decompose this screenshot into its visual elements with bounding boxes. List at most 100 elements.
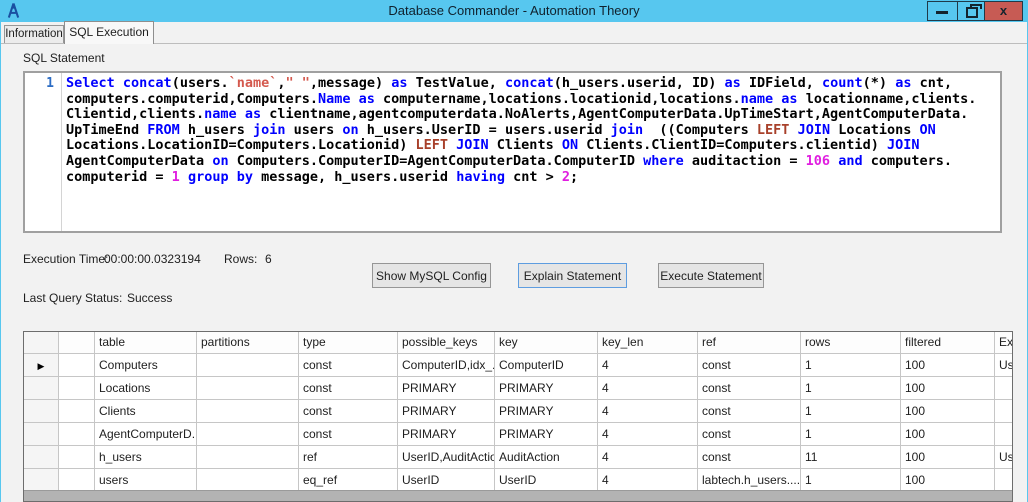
cell-extra[interactable]: Us...: [995, 354, 1012, 377]
cell-table[interactable]: Computers: [95, 354, 197, 377]
column-header-key[interactable]: key: [495, 332, 598, 354]
cell-key[interactable]: UserID: [495, 469, 598, 492]
cell-possible_keys[interactable]: ComputerID,idx_...: [398, 354, 495, 377]
row-selector[interactable]: [24, 423, 59, 446]
cell-partitions[interactable]: [197, 446, 299, 469]
cell-extra[interactable]: [995, 469, 1012, 492]
cell-type[interactable]: eq_ref: [299, 469, 398, 492]
cell-key_len[interactable]: 4: [598, 446, 698, 469]
column-header-blank[interactable]: [59, 332, 95, 354]
column-header-rows[interactable]: rows: [801, 332, 901, 354]
column-header-ref[interactable]: ref: [698, 332, 801, 354]
cell-ref[interactable]: const: [698, 446, 801, 469]
cell-key_len[interactable]: 4: [598, 469, 698, 492]
cell-rows[interactable]: 1: [801, 469, 901, 492]
minimize-button[interactable]: [928, 2, 957, 20]
cell-filtered[interactable]: 100: [901, 469, 995, 492]
execute-statement-button[interactable]: Execute Statement: [658, 263, 764, 288]
cell-ref[interactable]: const: [698, 377, 801, 400]
cell-possible_keys[interactable]: PRIMARY: [398, 377, 495, 400]
cell-table[interactable]: Clients: [95, 400, 197, 423]
table-row[interactable]: h_users ref UserID,AuditAction AuditAction 4…: [24, 446, 1012, 469]
column-header-key_len[interactable]: key_len: [598, 332, 698, 354]
tab-sql-execution[interactable]: SQL Execution: [64, 21, 154, 44]
cell-rows[interactable]: 1: [801, 423, 901, 446]
cell-type[interactable]: const: [299, 400, 398, 423]
cell-blank[interactable]: [59, 469, 95, 492]
cell-blank[interactable]: [59, 400, 95, 423]
row-selector[interactable]: [24, 400, 59, 423]
table-row[interactable]: users eq_ref UserID UserID 4 labtech.h_users.…: [24, 469, 1012, 492]
cell-key[interactable]: PRIMARY: [495, 400, 598, 423]
cell-table[interactable]: users: [95, 469, 197, 492]
cell-partitions[interactable]: [197, 354, 299, 377]
cell-extra[interactable]: Us...: [995, 446, 1012, 469]
table-row[interactable]: AgentComputerD... const PRIMARY PRIMARY 4 con…: [24, 423, 1012, 446]
explain-statement-button[interactable]: Explain Statement: [518, 263, 627, 288]
cell-extra[interactable]: [995, 423, 1012, 446]
horizontal-scrollbar[interactable]: [24, 490, 1012, 501]
explain-results-grid[interactable]: table partitions type possible_keys key key_l…: [23, 331, 1013, 502]
row-selector[interactable]: [24, 469, 59, 492]
show-mysql-config-button[interactable]: Show MySQL Config: [372, 263, 491, 288]
cell-ref[interactable]: const: [698, 423, 801, 446]
cell-key[interactable]: PRIMARY: [495, 423, 598, 446]
cell-extra[interactable]: [995, 377, 1012, 400]
close-button[interactable]: x: [984, 2, 1022, 20]
cell-filtered[interactable]: 100: [901, 400, 995, 423]
table-row[interactable]: Clients const PRIMARY PRIMARY 4 const 1 100: [24, 400, 1012, 423]
column-header-extra[interactable]: Extra: [995, 332, 1012, 354]
cell-type[interactable]: const: [299, 377, 398, 400]
cell-filtered[interactable]: 100: [901, 377, 995, 400]
cell-blank[interactable]: [59, 446, 95, 469]
cell-rows[interactable]: 1: [801, 354, 901, 377]
cell-key_len[interactable]: 4: [598, 354, 698, 377]
cell-partitions[interactable]: [197, 400, 299, 423]
cell-key[interactable]: PRIMARY: [495, 377, 598, 400]
cell-possible_keys[interactable]: PRIMARY: [398, 400, 495, 423]
cell-filtered[interactable]: 100: [901, 423, 995, 446]
cell-key_len[interactable]: 4: [598, 423, 698, 446]
cell-type[interactable]: ref: [299, 446, 398, 469]
row-selector[interactable]: [24, 377, 59, 400]
cell-blank[interactable]: [59, 423, 95, 446]
sql-code[interactable]: Select concat(users.`name`," ",message) …: [66, 76, 998, 229]
restore-button[interactable]: [957, 2, 984, 20]
sql-statement-editor[interactable]: 1 Select concat(users.`name`," ",message…: [23, 71, 1002, 233]
cell-filtered[interactable]: 100: [901, 446, 995, 469]
cell-type[interactable]: const: [299, 354, 398, 377]
column-header-possible_keys[interactable]: possible_keys: [398, 332, 495, 354]
cell-table[interactable]: h_users: [95, 446, 197, 469]
column-header-filtered[interactable]: filtered: [901, 332, 995, 354]
tab-information[interactable]: Information: [4, 25, 64, 44]
row-selector[interactable]: [24, 446, 59, 469]
cell-ref[interactable]: labtech.h_users....: [698, 469, 801, 492]
cell-partitions[interactable]: [197, 423, 299, 446]
cell-ref[interactable]: const: [698, 400, 801, 423]
cell-rows[interactable]: 1: [801, 377, 901, 400]
cell-blank[interactable]: [59, 354, 95, 377]
column-header-selector[interactable]: [24, 332, 59, 354]
column-header-type[interactable]: type: [299, 332, 398, 354]
cell-rows[interactable]: 11: [801, 446, 901, 469]
column-header-table[interactable]: table: [95, 332, 197, 354]
cell-key[interactable]: ComputerID: [495, 354, 598, 377]
cell-rows[interactable]: 1: [801, 400, 901, 423]
cell-possible_keys[interactable]: PRIMARY: [398, 423, 495, 446]
table-row[interactable]: Locations const PRIMARY PRIMARY 4 const 1 100: [24, 377, 1012, 400]
cell-key[interactable]: AuditAction: [495, 446, 598, 469]
cell-key_len[interactable]: 4: [598, 400, 698, 423]
cell-extra[interactable]: [995, 400, 1012, 423]
cell-partitions[interactable]: [197, 377, 299, 400]
cell-blank[interactable]: [59, 377, 95, 400]
row-selector[interactable]: ▶: [24, 354, 59, 377]
cell-table[interactable]: Locations: [95, 377, 197, 400]
cell-key_len[interactable]: 4: [598, 377, 698, 400]
cell-partitions[interactable]: [197, 469, 299, 492]
column-header-partitions[interactable]: partitions: [197, 332, 299, 354]
cell-type[interactable]: const: [299, 423, 398, 446]
cell-possible_keys[interactable]: UserID: [398, 469, 495, 492]
cell-table[interactable]: AgentComputerD...: [95, 423, 197, 446]
cell-filtered[interactable]: 100: [901, 354, 995, 377]
table-row[interactable]: ▶ Computers const ComputerID,idx_... Compute…: [24, 354, 1012, 377]
